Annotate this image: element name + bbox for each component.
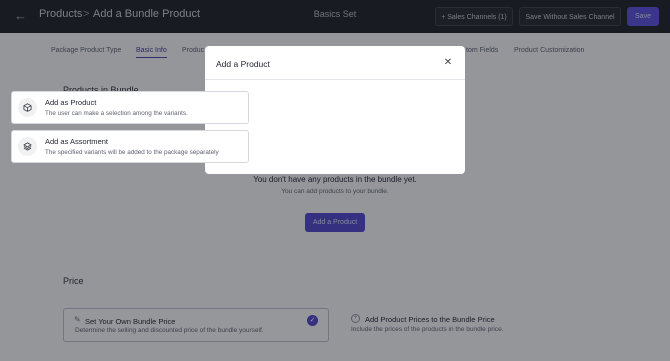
add-as-assortment-title: Add as Assortment [45, 137, 108, 146]
add-as-product-title: Add as Product [45, 98, 97, 107]
layers-icon [18, 137, 37, 156]
add-as-product-desc: The user can make a selection among the … [45, 110, 188, 117]
modal-divider [205, 79, 465, 80]
add-as-assortment-option[interactable]: Add as Assortment The specified variants… [11, 130, 249, 163]
close-icon[interactable]: ✕ [443, 58, 453, 68]
add-as-product-option[interactable]: Add as Product The user can make a selec… [11, 91, 249, 124]
add-as-assortment-desc: The specified variants will be added to … [45, 149, 219, 156]
box-icon [18, 98, 37, 117]
modal-title: Add a Product [216, 59, 270, 69]
